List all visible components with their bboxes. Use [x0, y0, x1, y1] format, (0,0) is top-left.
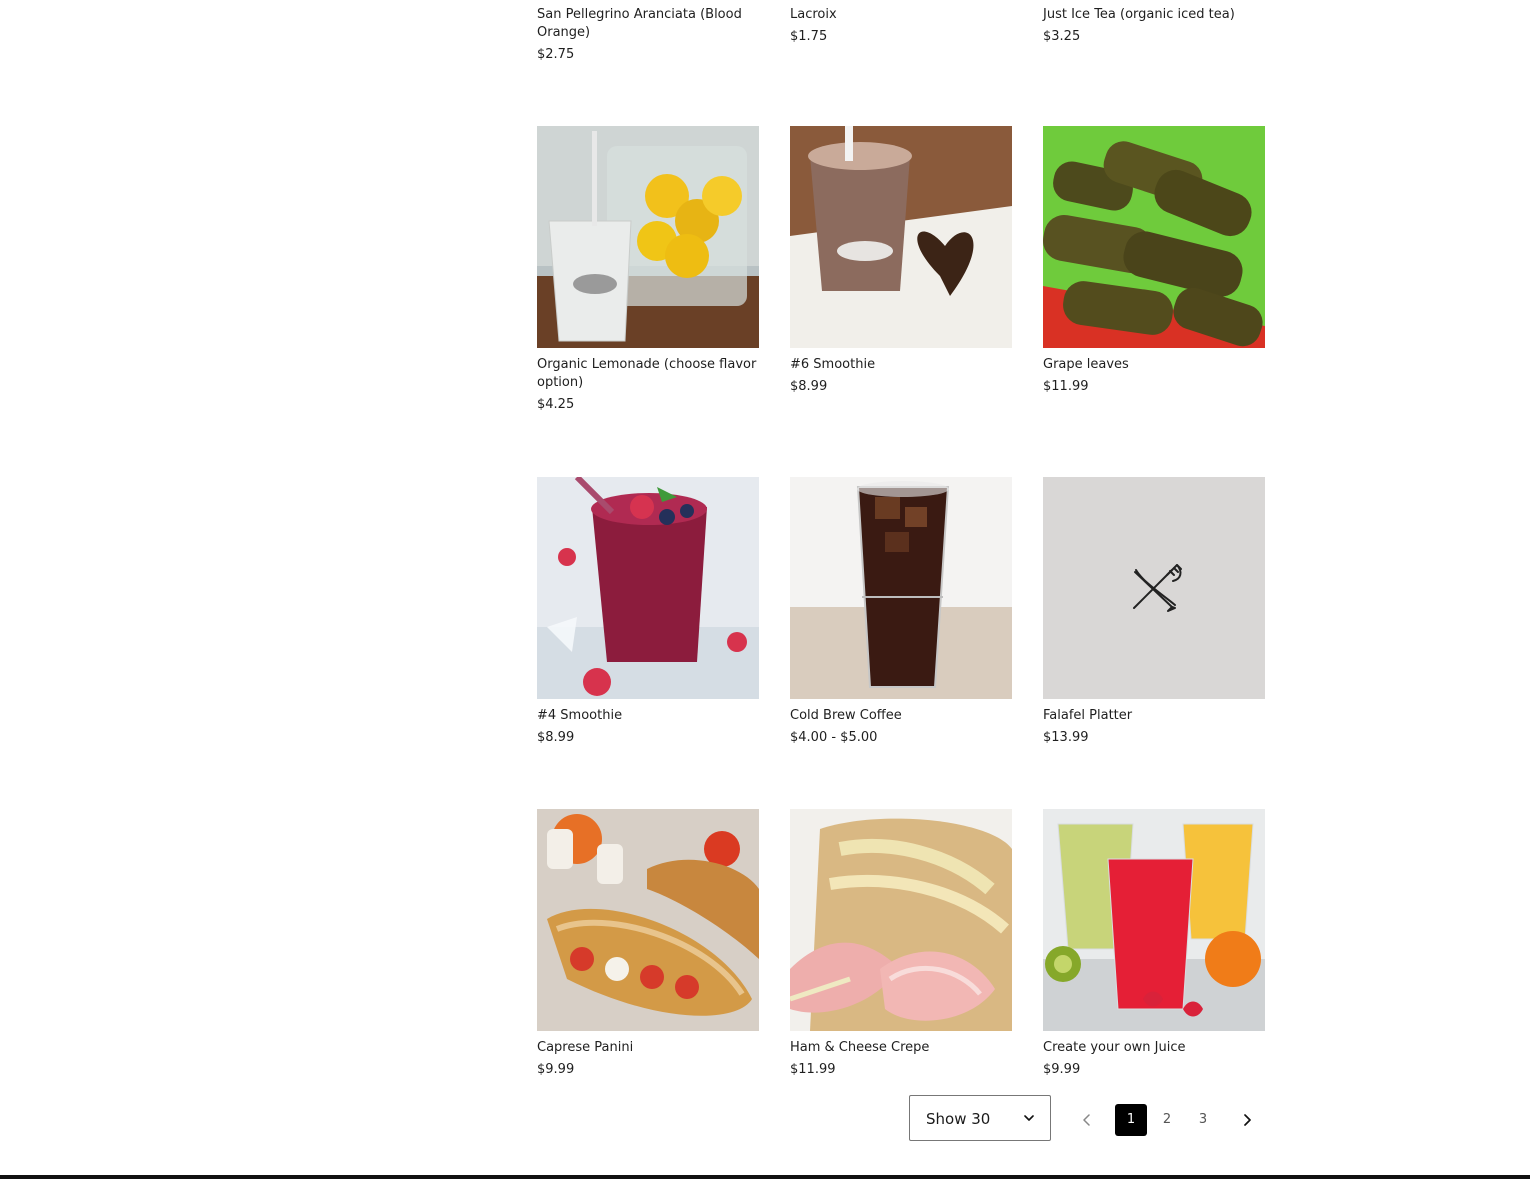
- product-image-grape-leaves[interactable]: [1043, 126, 1265, 348]
- product-price: $8.99: [537, 730, 575, 745]
- product-image-cold-brew[interactable]: [790, 477, 1012, 699]
- page-3-button[interactable]: 3: [1187, 1104, 1219, 1136]
- product-name[interactable]: Just Ice Tea (organic iced tea): [1043, 6, 1265, 24]
- page-size-select[interactable]: Show 30: [909, 1095, 1051, 1141]
- product-card[interactable]: Cold Brew Coffee $4.00 - $5.00: [790, 477, 1012, 747]
- chevron-left-icon: [1083, 1113, 1090, 1126]
- product-name[interactable]: Lacroix: [790, 6, 1012, 24]
- product-image-lemonade[interactable]: [537, 126, 759, 348]
- chevron-right-icon: [1244, 1113, 1251, 1126]
- product-price: $4.00 - $5.00: [790, 730, 878, 745]
- product-price: $9.99: [1043, 1062, 1081, 1077]
- fork-knife-icon: [1133, 564, 1182, 612]
- product-name[interactable]: Organic Lemonade (choose flavor option): [537, 356, 759, 392]
- pagination-bar: Show 30 1 2 3: [909, 1095, 1269, 1143]
- product-price: $11.99: [1043, 379, 1089, 394]
- product-name[interactable]: Falafel Platter: [1043, 707, 1265, 725]
- product-image-smoothie-6[interactable]: [790, 126, 1012, 348]
- product-image-create-juice[interactable]: [1043, 809, 1265, 1031]
- product-image-smoothie-4[interactable]: [537, 477, 759, 699]
- product-price: $11.99: [790, 1062, 836, 1077]
- prev-page-button[interactable]: [1071, 1104, 1103, 1136]
- page-2-button[interactable]: 2: [1151, 1104, 1183, 1136]
- product-image-caprese-panini[interactable]: [537, 809, 759, 1031]
- product-card[interactable]: Organic Lemonade (choose flavor option) …: [537, 126, 759, 414]
- product-name[interactable]: #4 Smoothie: [537, 707, 759, 725]
- product-name[interactable]: Grape leaves: [1043, 356, 1265, 374]
- product-price: $1.75: [790, 29, 828, 44]
- page-1-button[interactable]: 1: [1115, 1104, 1147, 1136]
- product-image-placeholder[interactable]: [1043, 477, 1265, 699]
- product-price: $13.99: [1043, 730, 1089, 745]
- product-name[interactable]: #6 Smoothie: [790, 356, 1012, 374]
- product-card[interactable]: #4 Smoothie $8.99: [537, 477, 759, 747]
- product-name[interactable]: Cold Brew Coffee: [790, 707, 1012, 725]
- product-card[interactable]: Grape leaves $11.99: [1043, 126, 1265, 396]
- product-card[interactable]: Ham & Cheese Crepe $11.99: [790, 809, 1012, 1079]
- page-size-label: Show 30: [926, 1110, 991, 1128]
- next-page-button[interactable]: [1231, 1104, 1263, 1136]
- product-card[interactable]: Caprese Panini $9.99: [537, 809, 759, 1079]
- product-price: $4.25: [537, 397, 575, 412]
- product-card[interactable]: Lacroix $1.75: [790, 0, 1012, 46]
- product-card[interactable]: Just Ice Tea (organic iced tea) $3.25: [1043, 0, 1265, 46]
- chevron-down-icon: [1024, 1115, 1034, 1121]
- footer-bar: [0, 1175, 1530, 1179]
- product-name[interactable]: Ham & Cheese Crepe: [790, 1039, 1012, 1057]
- product-price: $9.99: [537, 1062, 575, 1077]
- product-card[interactable]: San Pellegrino Aranciata (Blood Orange) …: [537, 0, 759, 64]
- product-name[interactable]: Caprese Panini: [537, 1039, 759, 1057]
- product-name[interactable]: Create your own Juice: [1043, 1039, 1265, 1057]
- product-price: $3.25: [1043, 29, 1081, 44]
- product-name[interactable]: San Pellegrino Aranciata (Blood Orange): [537, 6, 759, 42]
- product-price: $2.75: [537, 47, 575, 62]
- product-card[interactable]: #6 Smoothie $8.99: [790, 126, 1012, 396]
- product-card[interactable]: Create your own Juice $9.99: [1043, 809, 1265, 1079]
- product-price: $8.99: [790, 379, 828, 394]
- product-card[interactable]: Falafel Platter $13.99: [1043, 477, 1265, 747]
- product-image-ham-cheese-crepe[interactable]: [790, 809, 1012, 1031]
